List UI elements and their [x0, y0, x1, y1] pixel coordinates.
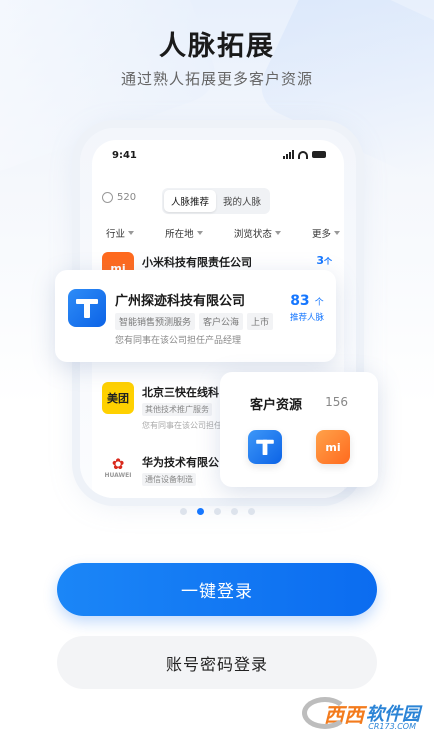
filter-label: 所在地 — [165, 229, 194, 240]
filter-industry[interactable]: 行业 — [106, 226, 135, 240]
tag: 通信设备制造 — [142, 473, 196, 486]
chevron-down-icon — [196, 231, 203, 235]
wifi-icon — [298, 150, 308, 159]
pager-dot[interactable] — [179, 508, 187, 515]
tag-list: 其他技术推广服务 — [142, 403, 222, 416]
tag: 上市 — [247, 313, 274, 330]
pager-dot[interactable] — [247, 508, 255, 515]
filter-more[interactable]: 更多 — [312, 226, 340, 240]
tab-my-contacts[interactable]: 我的人脉 — [216, 190, 268, 212]
filter-browse-status[interactable]: 浏览状态 — [234, 226, 281, 240]
pager-dot[interactable] — [213, 508, 221, 515]
filter-location[interactable]: 所在地 — [165, 226, 203, 240]
tab-recommend[interactable]: 人脉推荐 — [164, 190, 217, 212]
page-title: 人脉拓展 — [159, 31, 275, 62]
tag-list: 通信设备制造 — [142, 473, 219, 486]
pager-dot[interactable] — [230, 508, 238, 515]
battery-icon — [312, 151, 326, 158]
tag: 客户公海 — [199, 313, 244, 330]
filter-label: 行业 — [106, 229, 126, 240]
company-name: 广州探迹科技有限公司 — [115, 294, 246, 309]
site-watermark: 西西 软件园 CR173.COM — [302, 697, 420, 731]
filter-bar: 行业 所在地 浏览状态 更多 — [106, 226, 340, 240]
tanji-icon — [248, 430, 282, 464]
status-time: 9:41 — [112, 150, 137, 161]
company-name: 小米科技有限责任公司 — [142, 256, 252, 269]
company-note: 您有同事在该公司担任 — [142, 421, 222, 430]
tanji-logo-icon — [68, 289, 106, 327]
filter-label: 更多 — [311, 229, 331, 240]
featured-company-card[interactable]: 广州探迹科技有限公司 智能销售预测服务 客户公海 上市 您有同事在该公司担任产品经理… — [55, 270, 336, 362]
count-value: 83 — [290, 293, 310, 309]
xiaomi-icon: mi — [316, 430, 350, 464]
count-label: 推荐人脉 — [289, 313, 324, 323]
watermark-url: CR173.COM — [368, 722, 416, 731]
customer-resource-card[interactable]: 客户资源 156 mi — [220, 372, 378, 487]
company-name: 华为技术有限公 — [142, 456, 219, 469]
tag: 智能销售预测服务 — [115, 313, 196, 330]
resource-count: 156 — [325, 395, 348, 409]
one-click-login-button[interactable]: 一键登录 — [57, 563, 377, 616]
huawei-logo-icon: ✿ HUAWEI — [102, 452, 134, 484]
watermark-logo-icon — [302, 697, 348, 729]
chevron-down-icon — [333, 231, 340, 235]
carousel-pager — [0, 508, 434, 515]
tag: 其他技术推广服务 — [142, 403, 212, 416]
password-login-button[interactable]: 账号密码登录 — [57, 636, 377, 689]
coin-balance: 520 — [102, 192, 136, 203]
recommend-count: 83 个 推荐人脉 — [290, 290, 324, 323]
chevron-down-icon — [128, 231, 135, 235]
coin-count: 520 — [117, 192, 137, 203]
resource-title: 客户资源 — [250, 398, 303, 413]
company-note: 您有同事在该公司担任产品经理 — [115, 336, 242, 346]
coin-icon — [102, 192, 113, 203]
chevron-down-icon — [274, 231, 281, 235]
contact-count: 3个 — [316, 254, 332, 267]
tab-bar: 人脉推荐 我的人脉 — [162, 188, 271, 214]
filter-label: 浏览状态 — [233, 229, 272, 240]
status-icons — [283, 150, 326, 159]
company-name: 北京三快在线科 — [142, 386, 219, 399]
meituan-logo-icon: 美团 — [102, 382, 134, 414]
page-subtitle: 通过熟人拓展更多客户资源 — [120, 70, 313, 88]
signal-icon — [283, 150, 294, 159]
tag-list: 智能销售预测服务 客户公海 上市 — [115, 313, 277, 330]
count-unit: 个 — [314, 298, 324, 308]
pager-dot-active[interactable] — [196, 508, 204, 515]
